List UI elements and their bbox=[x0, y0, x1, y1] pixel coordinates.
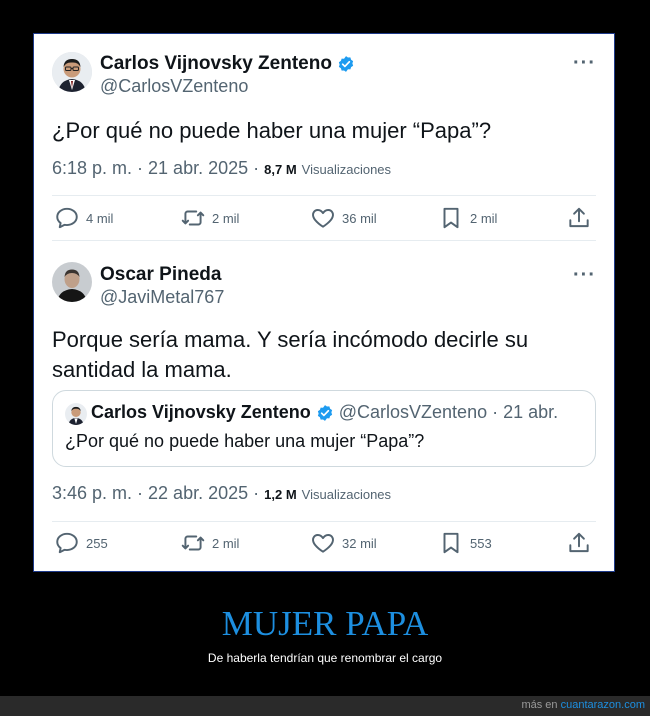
tweet-text: ¿Por qué no puede haber una mujer “Papa”… bbox=[52, 118, 492, 143]
share-button[interactable] bbox=[566, 530, 592, 556]
display-name[interactable]: Oscar Pineda bbox=[100, 264, 221, 286]
more-icon[interactable]: ··· bbox=[573, 264, 596, 287]
action-bar: 255 2 mil 32 mil 553 bbox=[52, 530, 596, 562]
more-icon[interactable]: ··· bbox=[573, 52, 596, 75]
bookmark-button[interactable]: 2 mil bbox=[438, 205, 497, 231]
quoted-header: Carlos Vijnovsky Zenteno @CarlosVZenteno… bbox=[91, 402, 558, 423]
like-count: 36 mil bbox=[342, 210, 377, 226]
like-button[interactable]: 32 mil bbox=[310, 530, 377, 556]
reply-icon bbox=[56, 207, 78, 229]
quoted-name: Carlos Vijnovsky Zenteno bbox=[91, 402, 311, 422]
footer-prefix: más en bbox=[521, 699, 558, 711]
like-button[interactable]: 36 mil bbox=[310, 205, 377, 231]
retweet-icon bbox=[181, 210, 205, 226]
quoted-handle-date: @CarlosVZenteno · 21 abr. bbox=[338, 402, 559, 422]
quoted-tweet[interactable]: Carlos Vijnovsky Zenteno @CarlosVZenteno… bbox=[52, 390, 596, 467]
bookmark-button[interactable]: 553 bbox=[438, 530, 492, 556]
share-icon bbox=[569, 207, 589, 228]
avatar[interactable] bbox=[52, 52, 92, 92]
meme-title: MUJER PAPA bbox=[221, 604, 429, 643]
tweet-meta: 3:46 p. m. · 22 abr. 2025 · 1,2 M Visual… bbox=[52, 483, 391, 504]
action-bar: 4 mil 2 mil 36 mil 2 mil bbox=[52, 205, 596, 237]
footer-site-link[interactable]: cuantarazon.com bbox=[561, 699, 645, 711]
retweet-button[interactable]: 2 mil bbox=[180, 530, 239, 556]
reply-button[interactable]: 255 bbox=[54, 530, 108, 556]
like-icon bbox=[312, 534, 334, 553]
views-count: 8,7 M bbox=[264, 162, 297, 177]
retweet-icon bbox=[181, 535, 205, 551]
tweet-text: Porque sería mama. Y sería incómodo deci… bbox=[52, 327, 529, 382]
retweet-button[interactable]: 2 mil bbox=[180, 205, 239, 231]
bookmark-icon bbox=[443, 207, 459, 229]
like-icon bbox=[312, 209, 334, 228]
reply-tweet: Oscar Pineda @JaviMetal767 ··· Porque se… bbox=[34, 240, 614, 571]
user-handle[interactable]: @JaviMetal767 bbox=[100, 287, 224, 308]
like-count: 32 mil bbox=[342, 535, 377, 551]
reply-count: 4 mil bbox=[86, 210, 114, 226]
tweet-screenshot-card: Carlos Vijnovsky Zenteno @CarlosVZenteno… bbox=[33, 33, 615, 572]
site-footer: más en cuantarazon.com bbox=[0, 696, 650, 716]
share-button[interactable] bbox=[566, 205, 592, 231]
retweet-count: 2 mil bbox=[212, 210, 240, 226]
views-label: Visualizaciones bbox=[301, 162, 392, 177]
verified-badge-icon bbox=[338, 56, 354, 72]
meme-subtitle: De haberla tendrían que renombrar el car… bbox=[207, 651, 443, 665]
bookmark-icon bbox=[443, 532, 459, 554]
tweet-timestamp[interactable]: 3:46 p. m. · 22 abr. 2025 · bbox=[52, 483, 259, 503]
user-handle[interactable]: @CarlosVZenteno bbox=[100, 76, 248, 97]
views-count: 1,2 M bbox=[264, 487, 297, 502]
display-name[interactable]: Carlos Vijnovsky Zenteno bbox=[100, 53, 355, 75]
tweet-meta: 6:18 p. m. · 21 abr. 2025 · 8,7 M Visual… bbox=[52, 158, 391, 179]
quoted-text: ¿Por qué no puede haber una mujer “Papa”… bbox=[65, 431, 425, 451]
reply-button[interactable]: 4 mil bbox=[54, 205, 113, 231]
verified-badge-icon bbox=[317, 404, 332, 421]
divider bbox=[52, 521, 596, 522]
share-icon bbox=[569, 532, 589, 553]
bookmark-count: 553 bbox=[470, 535, 492, 551]
views-label: Visualizaciones bbox=[301, 487, 392, 502]
reply-icon bbox=[56, 532, 78, 554]
display-name-text: Carlos Vijnovsky Zenteno bbox=[100, 53, 332, 74]
retweet-count: 2 mil bbox=[212, 535, 240, 551]
footer-credit: más en cuantarazon.com bbox=[521, 699, 645, 711]
display-name-text: Oscar Pineda bbox=[100, 264, 222, 285]
quoted-avatar bbox=[65, 403, 87, 425]
avatar[interactable] bbox=[52, 262, 92, 302]
reply-count: 255 bbox=[86, 535, 108, 551]
bookmark-count: 2 mil bbox=[470, 210, 498, 226]
tweet-timestamp[interactable]: 6:18 p. m. · 21 abr. 2025 · bbox=[52, 158, 259, 178]
original-tweet: Carlos Vijnovsky Zenteno @CarlosVZenteno… bbox=[34, 34, 614, 241]
divider bbox=[52, 195, 596, 196]
